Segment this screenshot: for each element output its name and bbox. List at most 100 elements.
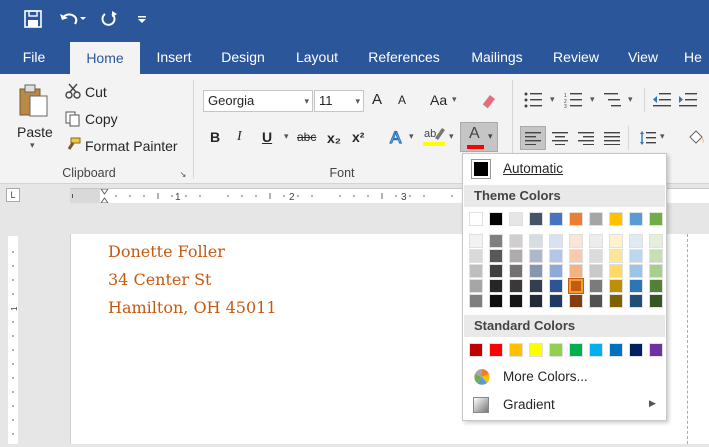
format-painter-button[interactable]: Format Painter: [85, 138, 178, 154]
cut-button[interactable]: Cut: [85, 84, 107, 100]
chevron-down-icon[interactable]: ▾: [409, 131, 414, 142]
standard-color-swatch[interactable]: [549, 343, 563, 357]
theme-shade-swatch[interactable]: [489, 249, 503, 263]
chevron-down-icon[interactable]: ▾: [452, 94, 457, 105]
theme-shade-swatch[interactable]: [569, 294, 583, 308]
theme-shade-swatch[interactable]: [629, 234, 643, 248]
font-name-combo[interactable]: Georgia ▾: [203, 90, 313, 112]
multilevel-list-icon[interactable]: [600, 90, 626, 110]
theme-shade-swatch[interactable]: [469, 264, 483, 278]
strikethrough-button[interactable]: abc: [297, 130, 316, 144]
theme-shade-swatch[interactable]: [609, 279, 623, 293]
standard-color-swatch[interactable]: [489, 343, 503, 357]
save-icon[interactable]: [22, 8, 44, 30]
more-colors-option[interactable]: More Colors...: [465, 364, 665, 390]
superscript-button[interactable]: x²: [352, 129, 364, 145]
font-size-combo[interactable]: 11 ▾: [314, 90, 364, 112]
tab-insert[interactable]: Insert: [148, 40, 200, 74]
theme-shade-swatch[interactable]: [489, 279, 503, 293]
theme-shade-swatch[interactable]: [529, 279, 543, 293]
theme-shade-swatch[interactable]: [569, 249, 583, 263]
theme-shade-swatch[interactable]: [529, 294, 543, 308]
tab-mailings[interactable]: Mailings: [462, 40, 532, 74]
theme-shade-swatch[interactable]: [609, 249, 623, 263]
theme-shade-swatch[interactable]: [549, 249, 563, 263]
chevron-down-icon[interactable]: ▾: [449, 131, 454, 142]
theme-shade-swatch[interactable]: [589, 294, 603, 308]
tab-home[interactable]: Home: [70, 42, 140, 74]
tab-view[interactable]: View: [620, 40, 666, 74]
tab-help[interactable]: He: [684, 40, 709, 74]
font-color-button[interactable]: A ▾: [460, 122, 498, 152]
theme-shade-swatch[interactable]: [529, 249, 543, 263]
theme-shade-swatch[interactable]: [589, 264, 603, 278]
theme-shade-swatch[interactable]: [629, 264, 643, 278]
theme-shade-swatch[interactable]: [568, 278, 584, 294]
theme-shade-swatch[interactable]: [649, 264, 663, 278]
theme-color-swatch[interactable]: [569, 212, 583, 226]
theme-color-swatch[interactable]: [589, 212, 603, 226]
bullets-icon[interactable]: [522, 90, 548, 110]
theme-shade-swatch[interactable]: [489, 264, 503, 278]
theme-shade-swatch[interactable]: [589, 234, 603, 248]
text-effects-icon[interactable]: A: [386, 126, 408, 148]
theme-color-swatch[interactable]: [629, 212, 643, 226]
theme-shade-swatch[interactable]: [549, 234, 563, 248]
theme-shade-swatch[interactable]: [509, 264, 523, 278]
gradient-option[interactable]: Gradient ▶: [465, 392, 665, 418]
theme-shade-swatch[interactable]: [629, 249, 643, 263]
theme-shade-swatch[interactable]: [609, 234, 623, 248]
bold-button[interactable]: B: [210, 129, 220, 145]
theme-shade-swatch[interactable]: [649, 234, 663, 248]
undo-icon[interactable]: [56, 8, 88, 30]
align-left-icon[interactable]: [520, 126, 546, 150]
theme-shade-swatch[interactable]: [569, 264, 583, 278]
standard-color-swatch[interactable]: [629, 343, 643, 357]
standard-color-swatch[interactable]: [569, 343, 583, 357]
tab-layout[interactable]: Layout: [286, 40, 348, 74]
theme-shade-swatch[interactable]: [549, 264, 563, 278]
align-right-icon[interactable]: [574, 126, 598, 150]
standard-color-swatch[interactable]: [589, 343, 603, 357]
theme-color-swatch[interactable]: [529, 212, 543, 226]
theme-shade-swatch[interactable]: [549, 294, 563, 308]
redo-icon[interactable]: [98, 8, 120, 30]
theme-shade-swatch[interactable]: [509, 249, 523, 263]
decrease-indent-icon[interactable]: [650, 90, 674, 110]
underline-button[interactable]: U: [262, 129, 272, 145]
theme-shade-swatch[interactable]: [609, 264, 623, 278]
standard-color-swatch[interactable]: [469, 343, 483, 357]
tab-design[interactable]: Design: [212, 40, 274, 74]
vertical-ruler[interactable]: 1: [8, 236, 19, 444]
standard-color-swatch[interactable]: [529, 343, 543, 357]
theme-shade-swatch[interactable]: [529, 234, 543, 248]
copy-button[interactable]: Copy: [85, 111, 118, 127]
theme-shade-swatch[interactable]: [549, 279, 563, 293]
tab-selector-icon[interactable]: L: [6, 188, 20, 202]
clipboard-launcher-icon[interactable]: ↘: [178, 169, 188, 179]
tab-review[interactable]: Review: [546, 40, 606, 74]
highlight-color-icon[interactable]: ab: [421, 124, 447, 148]
theme-shade-swatch[interactable]: [649, 294, 663, 308]
italic-button[interactable]: I: [237, 129, 242, 145]
theme-shade-swatch[interactable]: [609, 294, 623, 308]
align-center-icon[interactable]: [548, 126, 572, 150]
automatic-option[interactable]: Automatic: [465, 156, 665, 182]
paste-icon[interactable]: [16, 82, 52, 118]
paste-button[interactable]: Paste: [17, 124, 53, 140]
chevron-down-icon[interactable]: ▾: [628, 94, 633, 105]
theme-color-swatch[interactable]: [549, 212, 563, 226]
customize-qat-icon[interactable]: [134, 8, 150, 30]
chevron-down-icon[interactable]: ▾: [590, 94, 595, 105]
theme-shade-swatch[interactable]: [589, 249, 603, 263]
theme-shade-swatch[interactable]: [629, 294, 643, 308]
tab-references[interactable]: References: [362, 40, 446, 74]
theme-shade-swatch[interactable]: [589, 279, 603, 293]
standard-color-swatch[interactable]: [649, 343, 663, 357]
chevron-down-icon[interactable]: ▾: [660, 131, 665, 142]
tab-file[interactable]: File: [12, 40, 56, 74]
theme-shade-swatch[interactable]: [509, 279, 523, 293]
theme-shade-swatch[interactable]: [469, 249, 483, 263]
numbering-icon[interactable]: 123: [562, 90, 588, 110]
theme-shade-swatch[interactable]: [469, 279, 483, 293]
